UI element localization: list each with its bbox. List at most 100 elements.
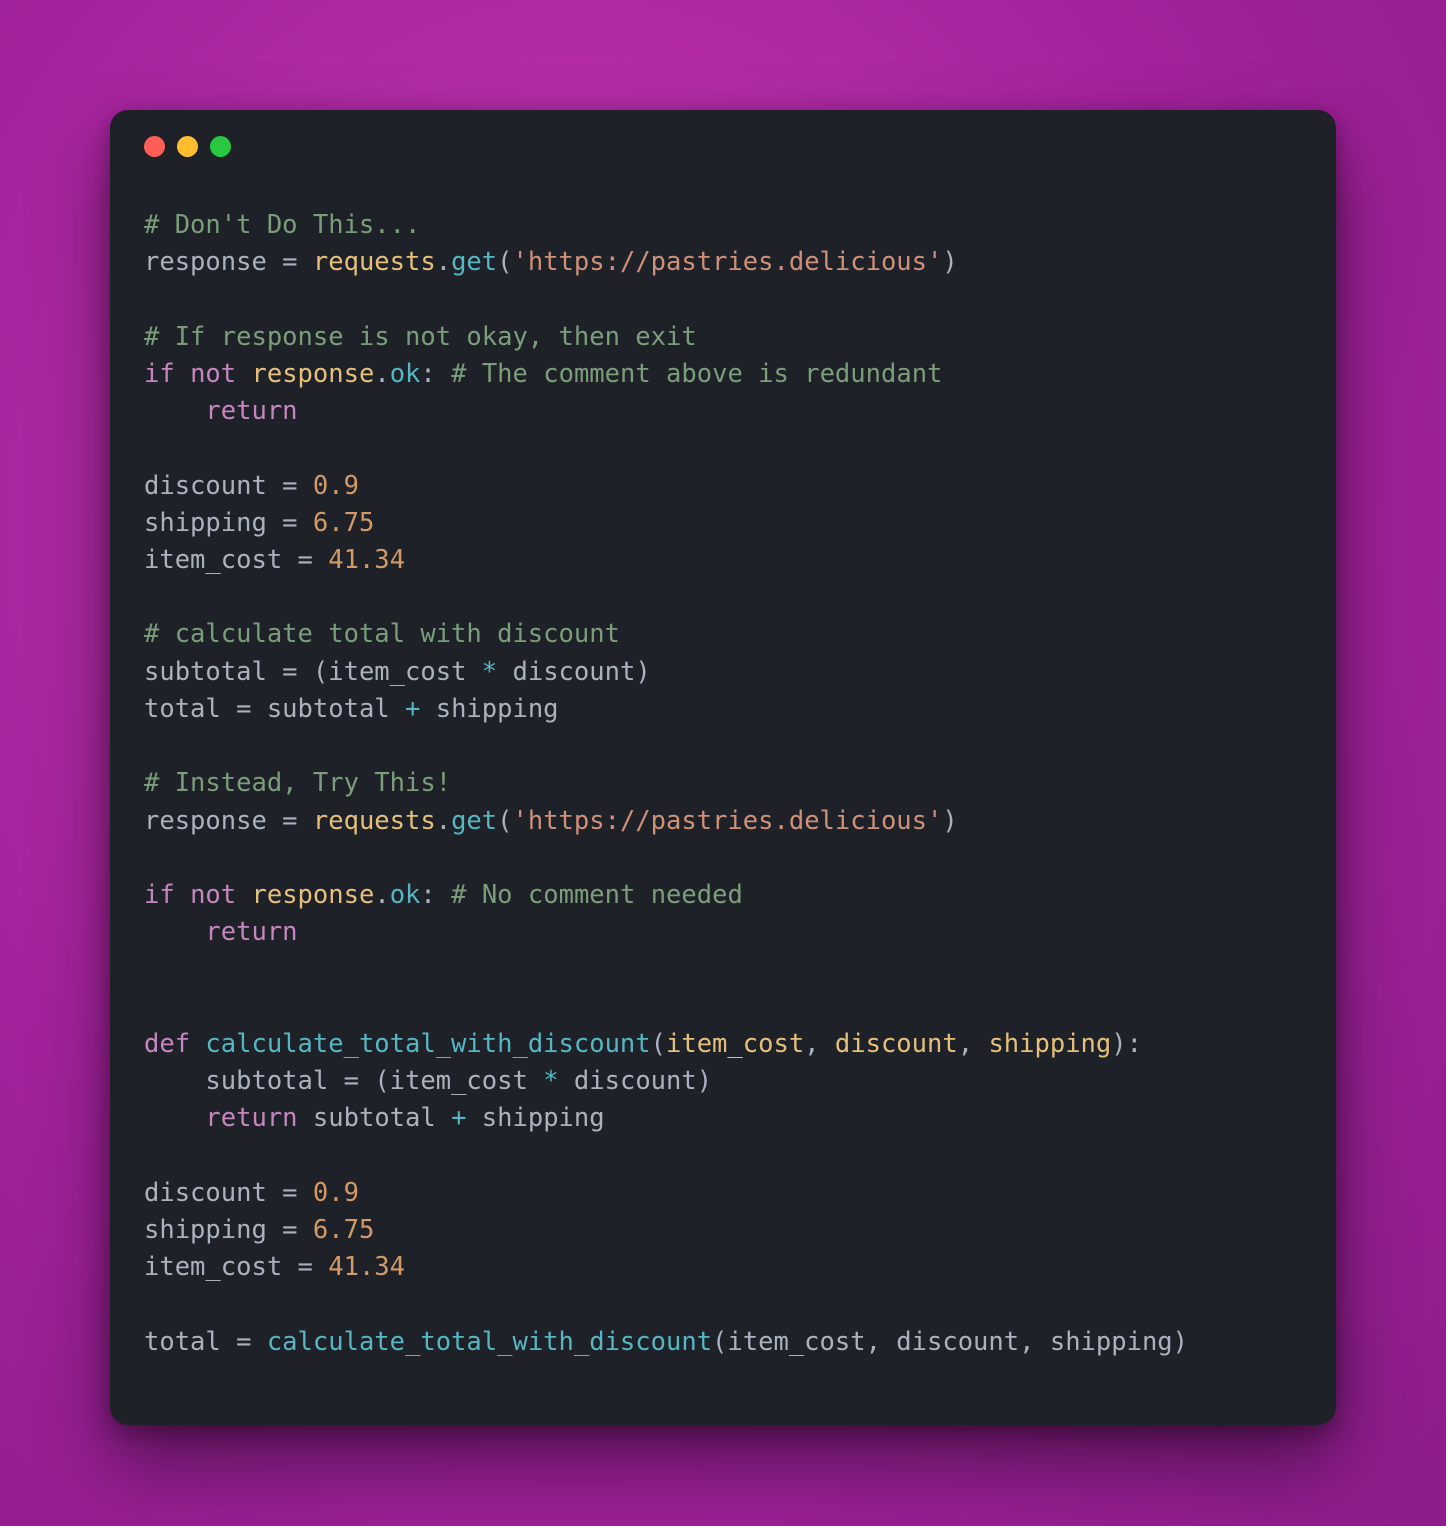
code-space [175, 880, 190, 910]
code-token: ok [390, 880, 421, 910]
code-keyword: if [144, 359, 175, 389]
code-token: . [436, 247, 451, 277]
code-operator: + [436, 1103, 482, 1133]
code-token: item_cost [144, 1252, 282, 1282]
code-string: 'https://pastries.delicious' [513, 806, 943, 836]
code-keyword: not [190, 880, 236, 910]
code-token: response [144, 247, 267, 277]
code-param: shipping [988, 1029, 1111, 1059]
code-token: ( [712, 1327, 727, 1357]
code-comment: # calculate total with discount [144, 619, 620, 649]
code-keyword: return [205, 1103, 297, 1133]
code-token: total [144, 694, 221, 724]
code-indent [144, 396, 205, 426]
code-token: requests [313, 247, 436, 277]
close-icon[interactable] [144, 136, 165, 157]
code-token: subtotal [144, 657, 267, 687]
code-token: shipping [144, 508, 267, 538]
code-number: 6.75 [313, 1215, 374, 1245]
code-number: 6.75 [313, 508, 374, 538]
minimize-icon[interactable] [177, 136, 198, 157]
code-indent [144, 1066, 205, 1096]
code-space [175, 359, 190, 389]
code-arg: shipping [1050, 1327, 1173, 1357]
code-token: = [267, 471, 313, 501]
code-token: : [1127, 1029, 1142, 1059]
code-token: subtotal [267, 694, 390, 724]
code-number: 0.9 [313, 1178, 359, 1208]
code-token: item_cost [390, 1066, 528, 1096]
code-funccall: calculate_total_with_discount [267, 1327, 712, 1357]
code-token: ) [942, 806, 957, 836]
code-token: : [420, 359, 435, 389]
code-space [236, 880, 251, 910]
code-token: response [144, 806, 267, 836]
code-string: 'https://pastries.delicious' [513, 247, 943, 277]
code-token: item_cost [328, 657, 466, 687]
code-token: get [451, 806, 497, 836]
code-token: ) [1111, 1029, 1126, 1059]
code-token: . [374, 880, 389, 910]
code-token: , [958, 1029, 989, 1059]
code-token: ( [651, 1029, 666, 1059]
code-operator: * [528, 1066, 574, 1096]
code-keyword: not [190, 359, 236, 389]
code-token: ok [390, 359, 421, 389]
code-token: ) [942, 247, 957, 277]
code-token: response [252, 880, 375, 910]
code-space [190, 1029, 205, 1059]
code-token: , [866, 1327, 897, 1357]
code-token: ) [1173, 1327, 1188, 1357]
code-token: subtotal [313, 1103, 436, 1133]
code-operator: * [466, 657, 512, 687]
code-token: = [267, 1178, 313, 1208]
code-token: = [328, 1066, 374, 1096]
code-token: discount [512, 657, 635, 687]
code-indent [144, 1103, 205, 1133]
code-space [298, 1103, 313, 1133]
code-indent [144, 917, 205, 947]
code-space [436, 359, 451, 389]
code-token: : [420, 880, 435, 910]
window-titlebar [110, 110, 1336, 157]
code-comment: # Instead, Try This! [144, 768, 451, 798]
code-token: = [267, 806, 313, 836]
code-token: . [374, 359, 389, 389]
zoom-icon[interactable] [210, 136, 231, 157]
code-token: = [267, 657, 313, 687]
code-comment: # The comment above is redundant [451, 359, 942, 389]
code-token: discount [574, 1066, 697, 1096]
code-token: = [267, 508, 313, 538]
code-token: = [282, 545, 328, 575]
code-token: discount [144, 471, 267, 501]
code-operator: + [390, 694, 436, 724]
code-funcname: calculate_total_with_discount [205, 1029, 650, 1059]
code-token: ( [497, 806, 512, 836]
code-token: get [451, 247, 497, 277]
code-arg: item_cost [727, 1327, 865, 1357]
code-token: , [1019, 1327, 1050, 1357]
code-comment: # If response is not okay, then exit [144, 322, 697, 352]
code-token: = [267, 247, 313, 277]
code-token: ( [497, 247, 512, 277]
code-token: shipping [482, 1103, 605, 1133]
code-token: requests [313, 806, 436, 836]
code-token: = [282, 1252, 328, 1282]
code-space [236, 359, 251, 389]
code-token: . [436, 806, 451, 836]
code-comment: # Don't Do This... [144, 210, 420, 240]
code-number: 41.34 [328, 545, 405, 575]
code-keyword: if [144, 880, 175, 910]
code-keyword: return [205, 917, 297, 947]
code-token: = [267, 1215, 313, 1245]
code-token: , [804, 1029, 835, 1059]
code-block: # Don't Do This... response = requests.g… [110, 157, 1336, 1425]
code-param: discount [835, 1029, 958, 1059]
code-token: ) [697, 1066, 712, 1096]
code-token: = [221, 694, 267, 724]
code-token: total [144, 1327, 221, 1357]
code-token: ( [374, 1066, 389, 1096]
code-token: response [252, 359, 375, 389]
code-number: 0.9 [313, 471, 359, 501]
code-token: shipping [144, 1215, 267, 1245]
